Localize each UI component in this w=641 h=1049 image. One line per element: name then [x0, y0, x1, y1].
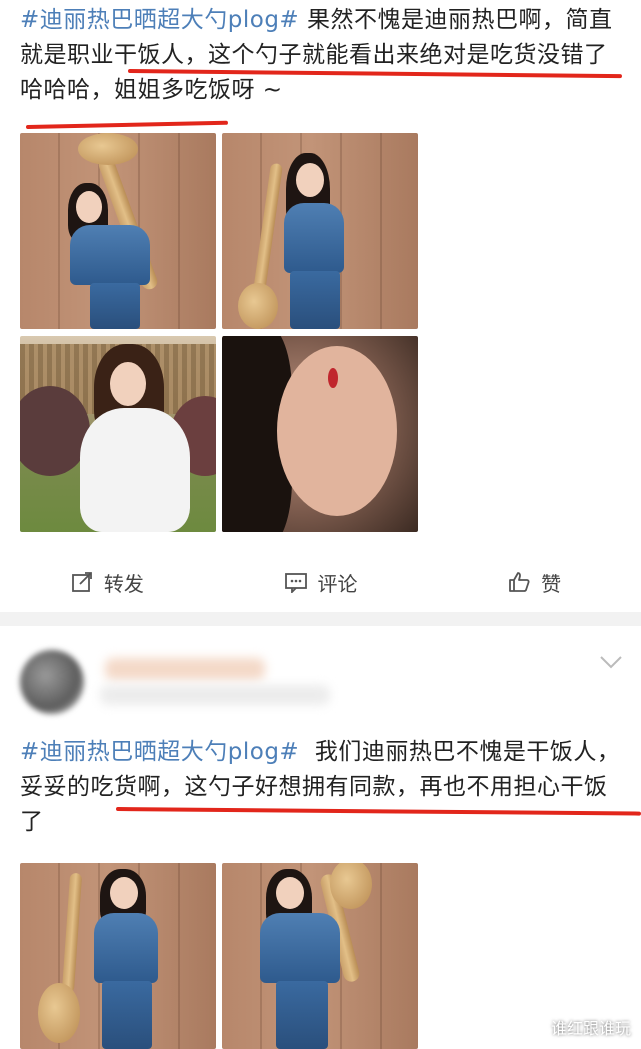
- photo-garden[interactable]: [20, 336, 216, 532]
- blurred-username[interactable]: [105, 658, 265, 680]
- like-button[interactable]: 赞: [427, 556, 641, 608]
- highlight-underline: [25, 120, 228, 129]
- post2-text: #迪丽热巴晒超大勺plog# 我们迪丽热巴不愧是干饭人，妥妥的吃货啊，这勺子好想…: [20, 735, 627, 840]
- photo-spoon-4[interactable]: [222, 863, 418, 1049]
- comment-button[interactable]: 评论: [214, 556, 428, 608]
- post2-header: [0, 630, 641, 730]
- blurred-meta: [100, 685, 330, 705]
- repost-label: 转发: [103, 571, 144, 596]
- photo-closeup[interactable]: [222, 336, 418, 532]
- photo-spoon-3[interactable]: [20, 863, 216, 1049]
- repost-icon: [70, 570, 94, 594]
- post-separator: [0, 612, 641, 626]
- comment-icon: [284, 570, 308, 594]
- post1-hashtag[interactable]: #迪丽热巴晒超大勺plog#: [20, 7, 299, 33]
- post2-hashtag[interactable]: #迪丽热巴晒超大勺plog#: [20, 739, 299, 765]
- photo-spoon-2[interactable]: [222, 133, 418, 329]
- avatar[interactable]: [20, 650, 84, 714]
- repost-button[interactable]: 转发: [0, 556, 214, 608]
- forehead-mark: [328, 368, 338, 388]
- action-bar: 转发 评论 赞: [0, 556, 641, 608]
- like-label: 赞: [541, 571, 562, 596]
- photo-spoon-1[interactable]: [20, 133, 216, 329]
- post1-text: #迪丽热巴晒超大勺plog# 果然不愧是迪丽热巴啊，简直就是职业干饭人，这个勺子…: [20, 3, 627, 108]
- watermark: 谁红跟谁玩: [550, 1019, 631, 1038]
- chevron-down-icon[interactable]: [599, 654, 623, 670]
- like-icon: [507, 570, 531, 594]
- comment-label: 评论: [317, 571, 358, 596]
